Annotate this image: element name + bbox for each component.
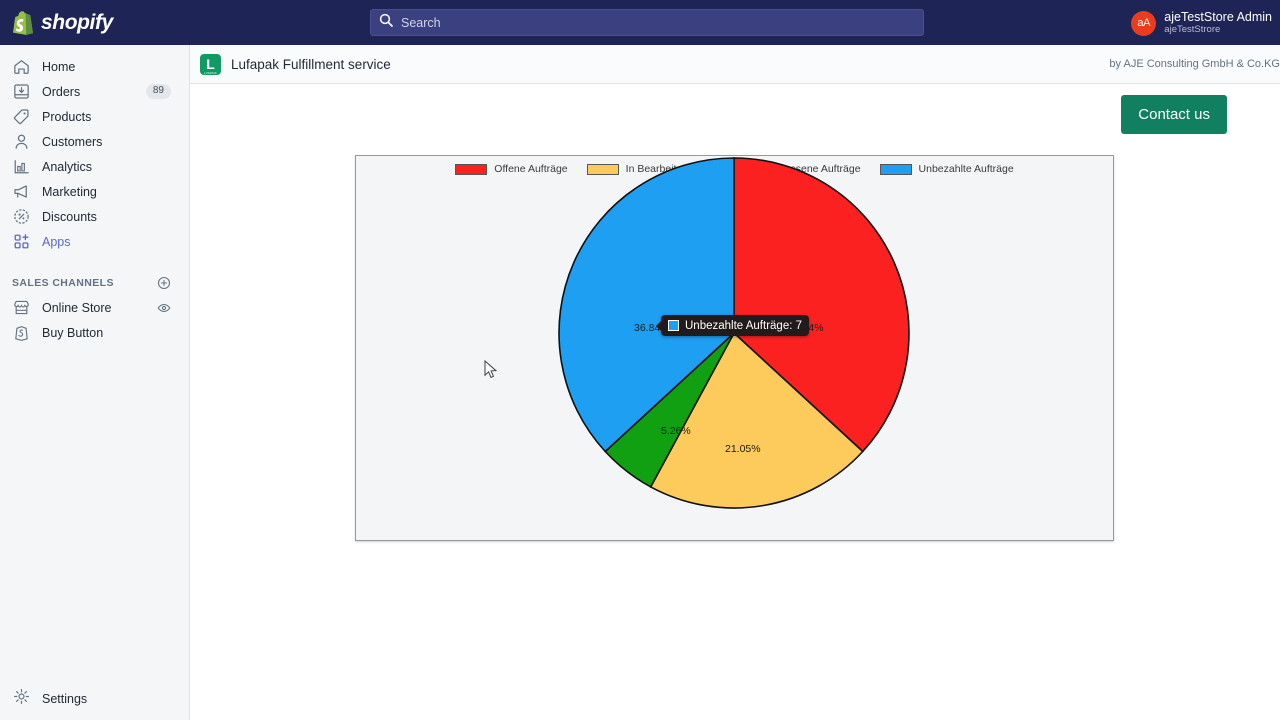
app-byline: by AJE Consulting GmbH & Co.KG bbox=[1109, 58, 1280, 70]
user-store-name: ajeTestStrore bbox=[1164, 23, 1221, 35]
shopify-admin-window: shopify aA ajeTestStore Admin ajeTestStr… bbox=[0, 0, 1280, 720]
global-search[interactable] bbox=[370, 9, 924, 36]
app-content: Contact us Offene Aufträge In Bearbeitun… bbox=[190, 84, 1280, 720]
marketing-megaphone-icon bbox=[12, 182, 31, 201]
shopify-wordmark: shopify bbox=[41, 10, 113, 34]
sales-channels-title: SALES CHANNELS bbox=[12, 276, 114, 289]
orders-count-badge: 89 bbox=[145, 83, 171, 100]
top-navigation-bar: shopify aA ajeTestStore Admin ajeTestStr… bbox=[0, 0, 1280, 45]
sidebar-label: Discounts bbox=[42, 209, 97, 224]
sidebar-item-marketing[interactable]: Marketing bbox=[0, 179, 189, 204]
shopify-bag-icon bbox=[12, 10, 34, 35]
app-icon-subtext: LUFAPAK bbox=[204, 71, 217, 75]
contact-us-button[interactable]: Contact us bbox=[1121, 95, 1227, 134]
chart-tooltip: Unbezahlte Aufträge: 7 bbox=[656, 315, 809, 336]
customers-person-icon bbox=[12, 132, 31, 151]
sidebar-label: Apps bbox=[42, 234, 71, 249]
app-icon-letter: L bbox=[206, 56, 215, 72]
user-name: ajeTestStore Admin bbox=[1164, 10, 1272, 25]
buy-button-icon bbox=[12, 323, 31, 342]
search-icon bbox=[379, 13, 393, 32]
sidebar-item-discounts[interactable]: Discounts bbox=[0, 204, 189, 229]
sidebar-label: Analytics bbox=[42, 159, 93, 174]
tooltip-caret-icon bbox=[656, 321, 661, 331]
sidebar-label: Home bbox=[42, 59, 76, 74]
app-title: Lufapak Fulfillment service bbox=[231, 56, 391, 72]
sales-channels-section-header: SALES CHANNELS bbox=[0, 270, 189, 295]
online-store-icon bbox=[12, 298, 31, 317]
tooltip-label: Unbezahlte Aufträge: 7 bbox=[685, 319, 802, 332]
pie-chart-svg bbox=[558, 157, 910, 509]
sidebar: Home Orders 89 Products Customers Analyt… bbox=[0, 45, 190, 720]
search-input[interactable] bbox=[401, 15, 841, 30]
eye-icon[interactable] bbox=[157, 301, 171, 315]
discounts-percent-icon bbox=[12, 207, 31, 226]
sidebar-label: Customers bbox=[42, 134, 103, 149]
gear-icon bbox=[12, 687, 31, 711]
sidebar-item-orders[interactable]: Orders 89 bbox=[0, 79, 189, 104]
products-tag-icon bbox=[12, 107, 31, 126]
sidebar-item-buy-button[interactable]: Buy Button bbox=[0, 320, 189, 345]
apps-grid-plus-icon bbox=[12, 232, 31, 251]
sidebar-item-settings[interactable]: Settings bbox=[0, 686, 190, 711]
tooltip-swatch bbox=[668, 320, 679, 331]
user-menu[interactable]: aA ajeTestStore Admin ajeTestStrore bbox=[1127, 6, 1276, 40]
search-box[interactable] bbox=[370, 9, 924, 36]
pie-chart[interactable]: 36.84% 36.84% 21.05% 5.26% Unbezahlte Au… bbox=[356, 156, 1115, 542]
order-status-pie-chart-card: Offene Aufträge In Bearbeitung Geschloss… bbox=[355, 155, 1114, 541]
sidebar-label: Products bbox=[42, 109, 92, 124]
mouse-cursor-icon bbox=[484, 359, 498, 385]
sidebar-label: Marketing bbox=[42, 184, 97, 199]
lufapak-app-icon: L LUFAPAK bbox=[200, 53, 221, 75]
sidebar-item-home[interactable]: Home bbox=[0, 54, 189, 79]
sidebar-label: Buy Button bbox=[42, 325, 104, 340]
sidebar-label: Online Store bbox=[42, 300, 112, 315]
sidebar-item-customers[interactable]: Customers bbox=[0, 129, 189, 154]
sidebar-item-products[interactable]: Products bbox=[0, 104, 189, 129]
sidebar-item-online-store[interactable]: Online Store bbox=[0, 295, 189, 320]
orders-inbox-icon bbox=[12, 82, 31, 101]
sidebar-label: Settings bbox=[42, 691, 88, 706]
analytics-bar-chart-icon bbox=[12, 157, 31, 176]
home-icon bbox=[12, 57, 31, 76]
sidebar-label: Orders bbox=[42, 84, 81, 99]
shopify-logo[interactable]: shopify bbox=[0, 11, 175, 35]
plus-circle-icon[interactable] bbox=[157, 276, 171, 290]
app-header: L LUFAPAK Lufapak Fulfillment service by… bbox=[190, 45, 1280, 84]
user-identity: ajeTestStore Admin ajeTestStrore bbox=[1164, 10, 1272, 35]
sidebar-item-apps[interactable]: Apps bbox=[0, 229, 189, 254]
sidebar-item-analytics[interactable]: Analytics bbox=[0, 154, 189, 179]
avatar: aA bbox=[1131, 10, 1157, 36]
